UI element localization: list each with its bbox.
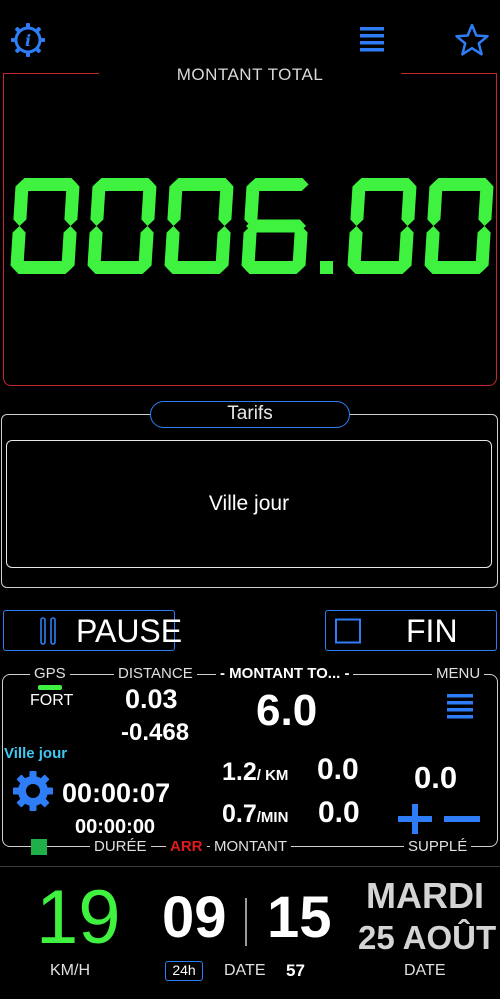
pause-icon: [40, 617, 56, 645]
gps-label: GPS: [30, 665, 70, 682]
clock-minutes: 15: [267, 885, 332, 950]
amount-label: - MONTANT TO... -: [216, 665, 354, 682]
digit-0: [87, 178, 157, 274]
digit-0: [10, 178, 80, 274]
add-supplement-icon[interactable]: [398, 804, 436, 834]
panel-menu-icon[interactable]: [446, 692, 474, 724]
km-amount: 0.0: [317, 753, 359, 786]
info-gear-icon[interactable]: i: [8, 20, 48, 60]
digit-0: [424, 178, 494, 274]
speed-unit: KM/H: [50, 962, 90, 979]
menu-label: MENU: [432, 665, 485, 682]
digit-6: [241, 178, 309, 274]
weekday: MARDI: [366, 875, 484, 916]
supplement-label: SUPPLÉ: [404, 838, 472, 855]
pause-button[interactable]: PAUSE: [3, 610, 182, 651]
clock-hours: 09: [162, 885, 227, 950]
segment-f: [167, 180, 183, 226]
star-icon[interactable]: [452, 20, 492, 60]
segment-e: [424, 226, 440, 272]
distance-label: DISTANCE: [114, 665, 197, 682]
digit-0: [347, 178, 417, 274]
segment-f: [350, 180, 366, 226]
distance-delta: -0.468: [121, 719, 190, 746]
segment-b: [401, 180, 417, 226]
speed-value: 19: [36, 875, 121, 960]
date-value: 25 AOÛT: [358, 919, 497, 956]
amount-value: 6.0: [256, 686, 318, 735]
fin-label: FIN: [406, 613, 458, 649]
stop-icon: [335, 618, 361, 644]
stopped-time: 00:00:00: [75, 816, 156, 838]
tarif-selector[interactable]: Ville jour: [6, 440, 492, 568]
total-title: MONTANT TOTAL: [176, 65, 324, 84]
segment-b: [478, 180, 494, 226]
hamburger-icon[interactable]: [352, 20, 392, 60]
tarif-selected: Ville jour: [208, 492, 290, 515]
date-label-right: DATE: [404, 962, 446, 979]
segment-f: [13, 180, 29, 226]
time-format-badge[interactable]: 24h: [165, 961, 203, 981]
segment-e: [164, 226, 180, 272]
clock-seconds: 57: [286, 961, 305, 980]
rate-name: Ville jour: [4, 745, 68, 762]
distance-value: 0.03: [125, 684, 178, 714]
segment-f: [90, 180, 106, 226]
clock-separator: [245, 898, 247, 946]
segment-b: [218, 180, 234, 226]
fin-button[interactable]: FIN: [325, 610, 497, 651]
elapsed-time: 00:00:07: [62, 778, 171, 808]
segment-e: [347, 226, 363, 272]
segment-c: [292, 226, 308, 272]
remove-supplement-icon[interactable]: [444, 804, 480, 834]
total-amount-display: [0, 150, 500, 300]
segment-b: [64, 180, 80, 226]
duration-label: DURÉE: [90, 838, 151, 855]
segment-f: [427, 180, 443, 226]
status-indicator: [31, 839, 47, 855]
gps-signal-bar: [38, 685, 62, 690]
pause-label: PAUSE: [76, 613, 183, 649]
min-rate: 0.7/MIN: [222, 800, 289, 828]
svg-text:i: i: [25, 31, 31, 50]
segment-f: [244, 180, 260, 226]
segment-e: [87, 226, 103, 272]
tarif-label[interactable]: Tarifs: [150, 401, 350, 428]
gps-status: FORT: [30, 692, 74, 709]
digit-0: [164, 178, 234, 274]
montant-label: MONTANT: [210, 838, 292, 855]
decimal-point: [320, 261, 333, 274]
min-amount: 0.0: [318, 796, 360, 829]
segment-b: [141, 180, 157, 226]
supplement-value: 0.0: [414, 760, 458, 795]
segment-e: [10, 226, 26, 272]
arr-label: ARR: [166, 838, 207, 855]
bottom-divider: [0, 866, 500, 867]
km-rate: 1.2/ KM: [222, 758, 289, 786]
settings-gear-icon[interactable]: [12, 770, 54, 812]
date-label: DATE: [224, 962, 266, 979]
